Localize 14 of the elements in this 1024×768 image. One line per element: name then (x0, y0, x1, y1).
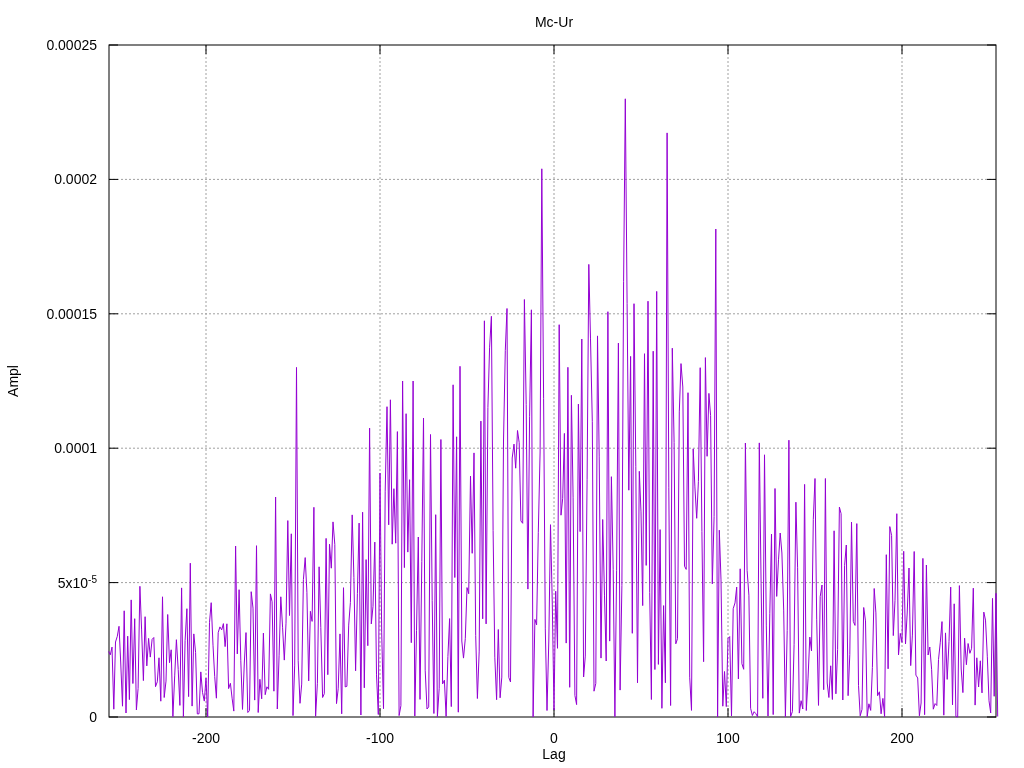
y-tick-label: 0.00015 (46, 306, 97, 321)
y-tick-label: 0.00025 (46, 38, 97, 52)
y-tick-label: 0 (89, 710, 97, 724)
y-axis-label: Ampl (6, 365, 20, 397)
x-tick-label: -100 (366, 731, 394, 745)
y-tick-label: 5x10$^{-5}$ (57, 575, 97, 590)
x-tick-label: -200 (192, 731, 220, 745)
y-tick-label: 0.0001 (54, 441, 97, 456)
y-tick-label: 0.0002 (54, 172, 97, 187)
x-axis-label: Lag (542, 747, 566, 761)
x-tick-label: 200 (890, 731, 914, 745)
chart-title: Mc-Ur (534, 15, 574, 29)
x-tick-label: 100 (716, 731, 740, 745)
x-tick-label: 0 (550, 731, 558, 745)
